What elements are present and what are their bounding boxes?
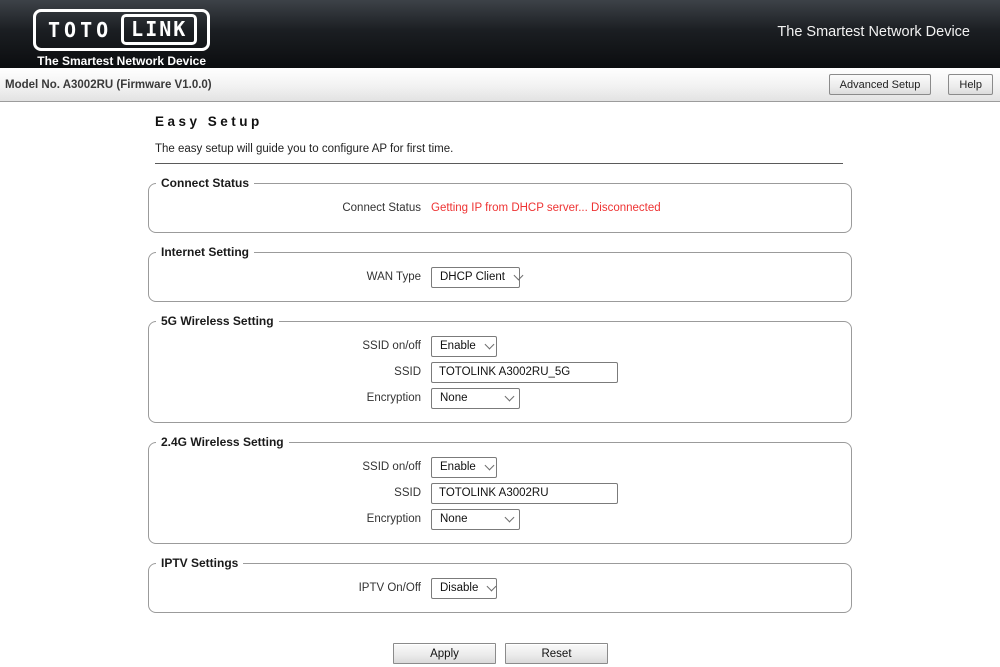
logo-link-box: LINK bbox=[121, 14, 198, 45]
section-iptv: IPTV Settings IPTV On/Off Disable bbox=[148, 556, 852, 613]
5g-encryption-select[interactable]: None bbox=[431, 387, 520, 409]
24g-ssid-onoff-select[interactable]: Enable bbox=[431, 456, 497, 478]
section-24g-wireless: 2.4G Wireless Setting SSID on/off Enable… bbox=[148, 435, 852, 544]
5g-encryption-label: Encryption bbox=[366, 392, 421, 404]
wan-type-row: WAN Type DHCP Client bbox=[149, 266, 851, 288]
advanced-setup-button[interactable]: Advanced Setup bbox=[828, 74, 932, 95]
24g-ssid-onoff-label: SSID on/off bbox=[362, 461, 421, 473]
chevron-down-icon bbox=[484, 460, 495, 470]
iptv-onoff-label: IPTV On/Off bbox=[358, 582, 421, 594]
24g-ssid-input[interactable] bbox=[431, 482, 618, 504]
24g-ssid-onoff-row: SSID on/off Enable bbox=[149, 456, 851, 478]
chevron-down-icon bbox=[504, 391, 515, 401]
24g-ssid-onoff-selected-value: Enable bbox=[440, 461, 476, 473]
5g-ssid-onoff-label: SSID on/off bbox=[362, 340, 421, 352]
section-internet-setting-legend: Internet Setting bbox=[161, 245, 250, 259]
logo-text-toto: TOTO bbox=[48, 17, 113, 42]
section-connect-status: Connect Status Connect Status Getting IP… bbox=[148, 176, 852, 233]
help-button[interactable]: Help bbox=[948, 74, 993, 95]
title-divider bbox=[155, 163, 843, 164]
section-24g-wireless-legend: 2.4G Wireless Setting bbox=[161, 435, 284, 449]
iptv-onoff-row: IPTV On/Off Disable bbox=[149, 577, 851, 599]
5g-ssid-input[interactable] bbox=[431, 361, 618, 383]
5g-encryption-selected-value: None bbox=[440, 392, 468, 404]
model-number-label: Model No. A3002RU (Firmware V1.0.0) bbox=[5, 78, 212, 91]
logo-box: TOTO LINK bbox=[33, 9, 211, 51]
connect-status-row: Connect Status Getting IP from DHCP serv… bbox=[149, 197, 851, 219]
iptv-onoff-selected-value: Disable bbox=[440, 582, 479, 594]
totolink-logo: TOTO LINK The Smartest Network Device bbox=[33, 9, 211, 68]
5g-ssid-onoff-select[interactable]: Enable bbox=[431, 335, 497, 357]
24g-encryption-label: Encryption bbox=[366, 513, 421, 525]
apply-button[interactable]: Apply bbox=[393, 643, 496, 664]
24g-encryption-selected-value: None bbox=[440, 513, 468, 525]
connect-status-label: Connect Status bbox=[342, 202, 421, 214]
model-toolbar: Model No. A3002RU (Firmware V1.0.0) Adva… bbox=[0, 68, 1000, 102]
logo-text-link: LINK bbox=[131, 17, 188, 41]
5g-ssid-onoff-selected-value: Enable bbox=[440, 340, 476, 352]
form-actions: Apply Reset bbox=[393, 643, 1000, 664]
wan-type-selected-value: DHCP Client bbox=[440, 271, 505, 283]
24g-ssid-label: SSID bbox=[394, 487, 421, 499]
wan-type-select[interactable]: DHCP Client bbox=[431, 266, 524, 288]
5g-ssid-label: SSID bbox=[394, 366, 421, 378]
main-content: Easy Setup The easy setup will guide you… bbox=[0, 114, 1000, 664]
wan-type-label: WAN Type bbox=[366, 271, 421, 283]
section-connect-status-legend: Connect Status bbox=[161, 176, 250, 190]
page-description: The easy setup will guide you to configu… bbox=[155, 143, 454, 155]
toolbar-buttons: Advanced Setup Help bbox=[828, 74, 993, 95]
5g-ssid-row: SSID bbox=[149, 361, 851, 383]
5g-ssid-onoff-row: SSID on/off Enable bbox=[149, 335, 851, 357]
section-iptv-legend: IPTV Settings bbox=[161, 556, 239, 570]
header-slogan: The Smartest Network Device bbox=[777, 24, 970, 40]
section-5g-wireless: 5G Wireless Setting SSID on/off Enable S… bbox=[148, 314, 852, 423]
section-5g-wireless-legend: 5G Wireless Setting bbox=[161, 314, 274, 328]
page-title: Easy Setup bbox=[155, 114, 263, 129]
24g-encryption-select[interactable]: None bbox=[431, 508, 520, 530]
5g-encryption-row: Encryption None bbox=[149, 387, 851, 409]
connect-status-value: Getting IP from DHCP server... Disconnec… bbox=[431, 202, 661, 214]
chevron-down-icon bbox=[484, 339, 495, 349]
logo-tagline: The Smartest Network Device bbox=[37, 54, 207, 68]
reset-button[interactable]: Reset bbox=[505, 643, 608, 664]
chevron-down-icon bbox=[486, 581, 497, 591]
24g-ssid-row: SSID bbox=[149, 482, 851, 504]
iptv-onoff-select[interactable]: Disable bbox=[431, 577, 497, 599]
chevron-down-icon bbox=[504, 512, 515, 522]
24g-encryption-row: Encryption None bbox=[149, 508, 851, 530]
app-header: TOTO LINK The Smartest Network Device Th… bbox=[0, 0, 1000, 68]
chevron-down-icon bbox=[513, 270, 524, 280]
section-internet-setting: Internet Setting WAN Type DHCP Client bbox=[148, 245, 852, 302]
